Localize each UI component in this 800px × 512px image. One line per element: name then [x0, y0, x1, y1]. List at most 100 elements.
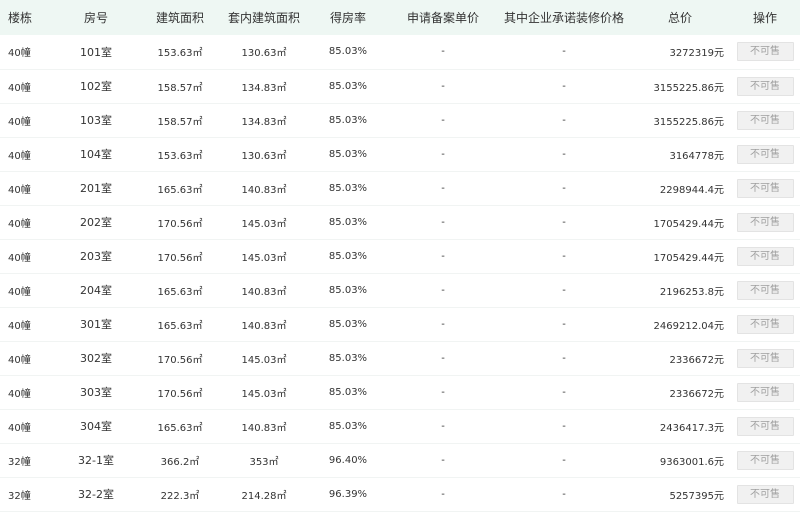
cell-rate: 85.03%	[328, 216, 368, 228]
table-row: 40幢 204室 165.63㎡ 140.83㎡ 85.03% - - 2196253.8元不…	[0, 273, 800, 307]
cell-action: 不可售	[730, 375, 800, 409]
cell-room: 32-2室	[78, 488, 114, 501]
cell-decoration-price: -	[562, 182, 566, 194]
not-for-sale-button[interactable]: 不可售	[736, 280, 794, 300]
cell-building: 40幢	[8, 48, 31, 60]
cell-decoration-price: -	[562, 420, 566, 432]
cell-unit-price: -	[441, 80, 445, 92]
not-for-sale-button[interactable]: 不可售	[736, 382, 794, 402]
cell-action: 不可售	[730, 477, 800, 511]
not-for-sale-button[interactable]: 不可售	[736, 42, 794, 62]
cell-building: 40幢	[8, 320, 31, 332]
cell-area: 165.63㎡	[157, 320, 203, 332]
cell-action: 不可售	[730, 103, 800, 137]
cell-decoration-price: -	[562, 352, 566, 364]
cell-rate: 96.40%	[328, 454, 368, 466]
not-for-sale-button[interactable]: 不可售	[736, 110, 794, 130]
table-row: 40幢 104室 153.63㎡ 130.63㎡ 85.03% - - 3164778元 不可售	[0, 137, 800, 171]
cell-unit-price: -	[441, 148, 445, 160]
header-row: 楼栋 房号 建筑面积 套内建筑面积 得房率 申请备案单价 其中企业承诺装修价格 …	[0, 0, 800, 35]
cell-area: 366.2㎡	[160, 456, 200, 468]
not-for-sale-button[interactable]: 不可售	[736, 416, 794, 436]
table-row: 40幢 103室 158.57㎡ 134.83㎡ 85.03% - - 3155225.86元…	[0, 103, 800, 137]
not-for-sale-button[interactable]: 不可售	[736, 246, 794, 266]
not-for-sale-button[interactable]: 不可售	[736, 76, 794, 96]
cell-rate: 85.03%	[328, 182, 368, 194]
cell-area: 153.63㎡	[157, 150, 203, 162]
cell-rate: 85.03%	[328, 46, 368, 58]
not-for-sale-button[interactable]: 不可售	[736, 450, 794, 470]
cell-decoration-price: -	[562, 284, 566, 296]
cell-decoration-price: -	[562, 80, 566, 92]
cell-unit-price: -	[441, 488, 445, 500]
cell-building: 40幢	[8, 252, 31, 264]
table-row: 40幢 202室 170.56㎡ 145.03㎡ 85.03% - - 1705429.44元…	[0, 205, 800, 239]
cell-inner-area: 134.83㎡	[241, 82, 287, 94]
cell-building: 32幢	[8, 490, 31, 502]
not-for-sale-button[interactable]: 不可售	[736, 178, 794, 198]
cell-decoration-price: -	[562, 386, 566, 398]
cell-room: 304室	[80, 420, 112, 433]
cell-room: 204室	[80, 284, 112, 297]
cell-inner-area: 140.83㎡	[241, 286, 287, 298]
cell-action: 不可售	[730, 35, 800, 69]
cell-unit-price: -	[441, 454, 445, 466]
cell-total: 2336672元	[669, 354, 724, 366]
cell-area: 170.56㎡	[157, 218, 203, 230]
cell-room: 32-1室	[78, 454, 114, 467]
cell-unit-price: -	[441, 420, 445, 432]
cell-unit-price: -	[441, 352, 445, 364]
table-row: 40幢 304室 165.63㎡ 140.83㎡ 85.03% - - 2436417.3元不…	[0, 409, 800, 443]
cell-area: 153.63㎡	[157, 48, 203, 60]
cell-rate: 96.39%	[328, 488, 368, 500]
cell-action: 不可售	[730, 409, 800, 443]
not-for-sale-button[interactable]: 不可售	[736, 144, 794, 164]
cell-total: 5257395元	[669, 490, 724, 502]
cell-room: 104室	[80, 148, 112, 161]
cell-rate: 85.03%	[328, 420, 368, 432]
cell-building: 40幢	[8, 116, 31, 128]
cell-decoration-price: -	[562, 148, 566, 160]
cell-action: 不可售	[730, 205, 800, 239]
not-for-sale-button[interactable]: 不可售	[736, 212, 794, 232]
header-rate: 得房率	[329, 11, 366, 25]
table-row: 40幢 301室 165.63㎡ 140.83㎡ 85.03% - - 2469212.04元…	[0, 307, 800, 341]
cell-unit-price: -	[441, 386, 445, 398]
cell-total: 1705429.44元	[653, 218, 724, 230]
cell-building: 32幢	[8, 456, 31, 468]
not-for-sale-button[interactable]: 不可售	[736, 484, 794, 504]
cell-inner-area: 214.28㎡	[241, 490, 287, 502]
cell-decoration-price: -	[562, 114, 566, 126]
cell-total: 2196253.8元	[659, 286, 724, 298]
cell-rate: 85.03%	[328, 148, 368, 160]
housing-units-table: 楼栋 房号 建筑面积 套内建筑面积 得房率 申请备案单价 其中企业承诺装修价格 …	[0, 0, 800, 512]
cell-area: 170.56㎡	[157, 388, 203, 400]
cell-decoration-price: -	[562, 216, 566, 228]
header-unit-price: 申请备案单价	[406, 11, 479, 25]
not-for-sale-button[interactable]: 不可售	[736, 314, 794, 334]
cell-room: 103室	[80, 114, 112, 127]
cell-inner-area: 145.03㎡	[241, 388, 287, 400]
table-row: 32幢 32-1室 366.2㎡ 353㎡ 96.40% - - 9363001.6元 不可售	[0, 443, 800, 477]
cell-action: 不可售	[730, 307, 800, 341]
cell-total: 3164778元	[669, 150, 724, 162]
cell-rate: 85.03%	[328, 284, 368, 296]
not-for-sale-button[interactable]: 不可售	[736, 348, 794, 368]
cell-rate: 85.03%	[328, 114, 368, 126]
cell-decoration-price: -	[562, 318, 566, 330]
cell-area: 158.57㎡	[157, 82, 203, 94]
cell-total: 2469212.04元	[653, 320, 724, 332]
cell-inner-area: 353㎡	[249, 456, 279, 468]
cell-room: 203室	[80, 250, 112, 263]
header-decoration-price: 其中企业承诺装修价格	[503, 11, 624, 25]
cell-inner-area: 140.83㎡	[241, 422, 287, 434]
cell-unit-price: -	[441, 250, 445, 262]
cell-area: 165.63㎡	[157, 286, 203, 298]
header-building: 楼栋	[8, 11, 33, 25]
cell-room: 303室	[80, 386, 112, 399]
cell-action: 不可售	[730, 69, 800, 103]
cell-building: 40幢	[8, 422, 31, 434]
table-row: 40幢 101室 153.63㎡ 130.63㎡ 85.03% - - 3272319元 不可售	[0, 35, 800, 69]
cell-decoration-price: -	[562, 46, 566, 58]
header-inner-area: 套内建筑面积	[227, 11, 300, 25]
